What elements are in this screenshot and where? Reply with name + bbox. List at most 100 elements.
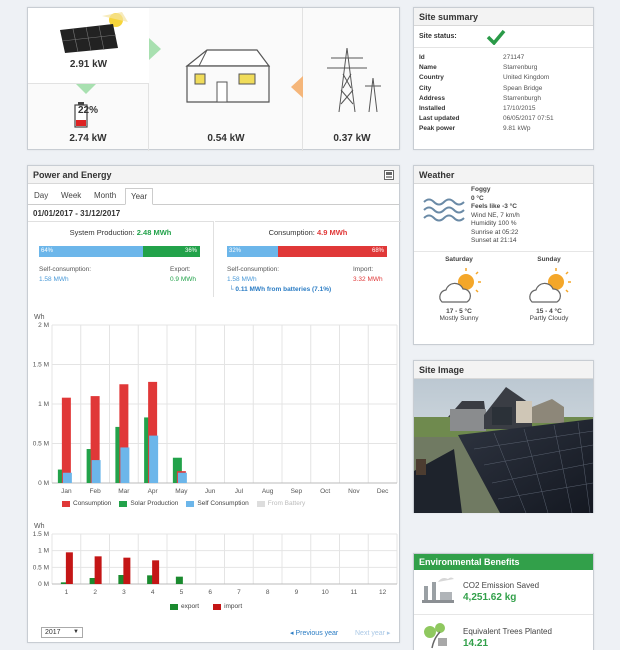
legend-self[interactable]: Self Consumption	[197, 500, 248, 507]
weather-panel: Weather Foggy 0 °C Feels like -3 °C Wind…	[413, 165, 594, 345]
chart1-legend: Consumption Solar Production Self Consum…	[54, 500, 305, 507]
self-consumption-value: 1.58 MWh	[39, 276, 69, 283]
import-label: Import:	[353, 266, 374, 273]
weather-wind: Wind NE, 7 km/h	[471, 211, 520, 219]
environmental-benefits-panel: Environmental Benefits CO2 Emission Save…	[413, 553, 594, 650]
x-tick-label: Aug	[262, 488, 274, 495]
site-photo[interactable]	[414, 379, 593, 513]
home-kw: 0.54 kW	[207, 133, 245, 144]
tab-year[interactable]: Year	[125, 188, 154, 205]
check-icon	[486, 29, 506, 45]
site-status-row: Site status:	[414, 26, 593, 48]
bar-import	[94, 556, 102, 584]
monthly-energy-chart: Wh 0 M 0.5 M 1 M 1.5 M 2 M Jan Feb Mar Apr May Jun J…	[33, 314, 398, 495]
bar-consumption	[61, 397, 71, 483]
x-tick-label: Mar	[118, 488, 130, 495]
summary-row: Country United Kingdom	[419, 74, 550, 82]
x-tick-label: 1	[65, 589, 69, 596]
weather-sunrise: Sunrise at 05:22	[471, 228, 519, 236]
site-status-label: Site status:	[419, 33, 457, 40]
fog-icon	[423, 198, 465, 222]
legend-consumption-swatch	[62, 500, 70, 507]
bar-export	[175, 576, 183, 584]
x-tick-label: 11	[351, 589, 358, 596]
solar-box: 2.91 kW	[28, 8, 149, 84]
year-select[interactable]: 2017 ▼	[41, 627, 83, 638]
factory-icon	[422, 577, 454, 603]
x-tick-label: Apr	[148, 488, 159, 495]
export-icon[interactable]	[384, 170, 394, 180]
weather-humidity: Humidity 100 %	[471, 220, 517, 227]
consumption-header: Consumption: 4.9 MWh	[215, 228, 401, 237]
power-energy-panel: Power and Energy Day Week Month Year 01/…	[27, 165, 401, 643]
legend-import[interactable]: import	[224, 603, 242, 610]
weather-sunset: Sunset at 21:14	[471, 237, 517, 244]
partly-cloudy-icon	[529, 268, 571, 303]
x-tick-label: Jun	[205, 488, 216, 495]
date-range: 01/01/2017 - 31/12/2017	[33, 209, 121, 218]
bar-self-consumption	[91, 460, 101, 483]
self-consumption-value-2: 1.58 MWh	[227, 276, 257, 283]
forecast-divider	[414, 251, 593, 252]
legend-battery[interactable]: From Battery	[268, 500, 306, 507]
x-tick-label: Oct	[320, 488, 330, 495]
power-tower-icon	[327, 47, 381, 113]
summary-row: Id 271147	[419, 54, 525, 61]
legend-export-swatch	[170, 603, 178, 610]
production-export-bar: 36%	[143, 246, 200, 257]
weather-title: Weather	[414, 166, 593, 184]
env-divider	[414, 614, 593, 615]
arrow-left-icon	[291, 76, 303, 98]
grid-cell: 0.37 kW	[303, 8, 401, 151]
weather-feels: Feels like -3 °C	[471, 203, 517, 210]
period-tabs: Day Week Month Year	[28, 187, 399, 205]
previous-year-link[interactable]: ◂ Previous year	[290, 629, 338, 637]
grid-kw: 0.37 kW	[333, 133, 371, 144]
summary-row: City Spean Bridge	[419, 84, 543, 92]
solar-kw: 2.91 kW	[69, 59, 108, 70]
solar-battery-cell: 2.91 kW 22% 2.74 kW	[28, 8, 149, 151]
battery-pct: 22%	[77, 105, 98, 116]
export-import-chart: Wh0 M0.5 M1 M1.5 M1 2 3 4 5 6 7 8 9 10 11 12	[33, 523, 398, 596]
tab-week[interactable]: Week	[61, 191, 81, 200]
weather-temp: 0 °C	[471, 194, 484, 202]
home-cell: 0.54 kW	[150, 8, 303, 151]
legend-solar[interactable]: Solar Production	[130, 500, 178, 507]
mostly-sunny-icon	[439, 268, 481, 303]
from-batteries: └ 0.11 MWh from batteries (7.1%)	[229, 286, 332, 293]
bar-self-consumption	[62, 472, 72, 483]
x-tick-label: 6	[208, 589, 212, 596]
summary-row: Installed 17/10/2015	[419, 105, 536, 113]
x-tick-label: 10	[322, 589, 330, 596]
consumption-label: Consumption:	[268, 228, 315, 237]
x-tick-label: May	[175, 488, 188, 495]
summary-row: Peak power 9.81 kWp	[419, 125, 531, 133]
legend-consumption[interactable]: Consumption	[73, 500, 111, 507]
tab-day[interactable]: Day	[34, 191, 48, 200]
legend-self-swatch	[186, 500, 195, 507]
import-value: 3.32 MWh	[353, 276, 383, 283]
y-tick-label: 1 M	[38, 548, 49, 555]
y-tick-label: 0 M	[38, 480, 49, 487]
site-summary-title: Site summary	[414, 8, 593, 26]
y-tick-label: 0 M	[38, 581, 49, 588]
arrow-down-icon	[76, 84, 96, 94]
y-tick-label: 2 M	[38, 322, 49, 329]
summary-rows: Id 271147 Name Starrenburg Country United K…	[414, 48, 593, 135]
power-energy-title: Power and Energy	[28, 166, 399, 184]
bar-import	[152, 560, 160, 584]
x-tick-label: Sep	[291, 488, 303, 495]
y-tick-label: 0.5 M	[33, 441, 49, 448]
y-axis-label: Wh	[34, 314, 45, 321]
co2-value: 4,251.62 kg	[463, 592, 517, 603]
x-tick-label: 5	[180, 589, 184, 596]
battery-kw: 2.74 kW	[69, 133, 107, 144]
site-image-panel: Site Image	[413, 360, 594, 513]
bar-self-consumption	[149, 435, 159, 483]
legend-export[interactable]: export	[181, 603, 199, 610]
chart2-legend: export import	[162, 603, 242, 610]
y-tick-label: 1 M	[38, 401, 49, 408]
bar-self-consumption	[177, 472, 187, 483]
next-year-link[interactable]: Next year ▸	[355, 629, 390, 637]
tab-month[interactable]: Month	[94, 191, 116, 200]
